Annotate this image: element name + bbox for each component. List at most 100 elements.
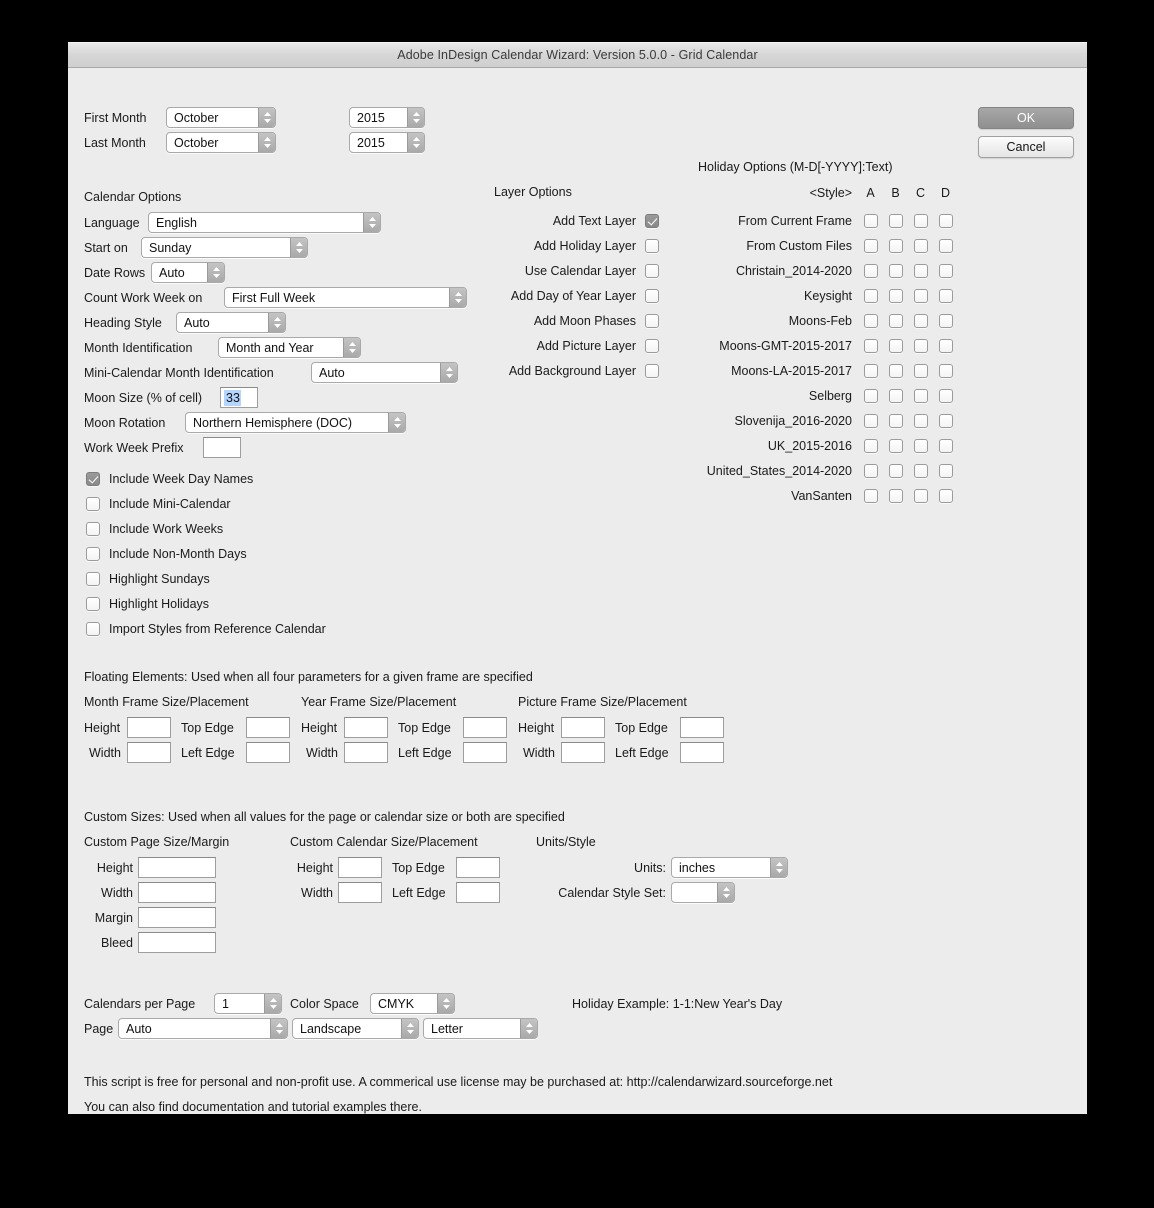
stepper-arrows-icon[interactable]	[258, 133, 275, 152]
holiday-checkbox-b[interactable]	[883, 338, 908, 353]
checkbox-box[interactable]	[645, 213, 659, 228]
checkbox-box[interactable]	[863, 413, 878, 428]
holiday-checkbox-b[interactable]	[883, 263, 908, 278]
checkbox-box[interactable]	[863, 238, 878, 253]
month-frame-height-input[interactable]	[127, 717, 171, 738]
checkbox-box[interactable]	[86, 546, 100, 561]
checkbox-box[interactable]	[645, 338, 659, 353]
checkbox-box[interactable]	[888, 338, 903, 353]
checkbox-box[interactable]	[863, 438, 878, 453]
checkbox-box[interactable]	[888, 313, 903, 328]
stepper-arrows-icon[interactable]	[258, 108, 275, 127]
language-select[interactable]: English	[148, 212, 381, 233]
last-year-select[interactable]: 2015	[349, 132, 425, 153]
year-frame-height-input[interactable]	[344, 717, 388, 738]
checkbox-box[interactable]	[938, 338, 953, 353]
month-frame-left-edge-input[interactable]	[246, 742, 290, 763]
checkbox-box[interactable]	[938, 413, 953, 428]
holiday-checkbox-b[interactable]	[883, 238, 908, 253]
holiday-checkbox-d[interactable]	[933, 413, 958, 428]
checkbox-box[interactable]	[938, 313, 953, 328]
layer-option-add-picture-layer[interactable]: Add Picture Layer	[494, 333, 659, 358]
layer-option-add-day-of-year-layer[interactable]: Add Day of Year Layer	[494, 283, 659, 308]
checkbox-box[interactable]	[888, 288, 903, 303]
holiday-checkbox-b[interactable]	[883, 363, 908, 378]
holiday-checkbox-b[interactable]	[883, 213, 908, 228]
checkbox-box[interactable]	[863, 388, 878, 403]
page-select[interactable]: Auto	[118, 1018, 288, 1039]
custom-calendar-height-input[interactable]	[338, 857, 382, 878]
holiday-checkbox-a[interactable]	[858, 338, 883, 353]
stepper-arrows-icon[interactable]	[343, 338, 360, 357]
checkbox-box[interactable]	[913, 413, 928, 428]
count-work-week-select[interactable]: First Full Week	[224, 287, 467, 308]
checkbox-box[interactable]	[888, 363, 903, 378]
custom-calendar-top-edge-input[interactable]	[456, 857, 500, 878]
custom-calendar-left-edge-input[interactable]	[456, 882, 500, 903]
holiday-checkbox-c[interactable]	[908, 463, 933, 478]
checkbox-box[interactable]	[938, 388, 953, 403]
custom-page-margin-input[interactable]	[138, 907, 216, 928]
moon-size-input[interactable]: 33	[220, 387, 258, 408]
mini-calendar-month-identification-select[interactable]: Auto	[311, 362, 458, 383]
checkbox-box[interactable]	[863, 338, 878, 353]
month-identification-select[interactable]: Month and Year	[218, 337, 361, 358]
holiday-checkbox-d[interactable]	[933, 238, 958, 253]
checkbox-box[interactable]	[938, 488, 953, 503]
heading-style-select[interactable]: Auto	[176, 312, 286, 333]
custom-page-height-input[interactable]	[138, 857, 216, 878]
stepper-arrows-icon[interactable]	[290, 238, 307, 257]
holiday-checkbox-b[interactable]	[883, 313, 908, 328]
checkbox-box[interactable]	[645, 313, 659, 328]
holiday-checkbox-c[interactable]	[908, 388, 933, 403]
custom-page-bleed-input[interactable]	[138, 932, 216, 953]
month-frame-width-input[interactable]	[127, 742, 171, 763]
checkbox-box[interactable]	[86, 571, 100, 586]
checkbox-box[interactable]	[913, 313, 928, 328]
holiday-checkbox-d[interactable]	[933, 313, 958, 328]
holiday-checkbox-d[interactable]	[933, 288, 958, 303]
holiday-checkbox-b[interactable]	[883, 388, 908, 403]
custom-page-width-input[interactable]	[138, 882, 216, 903]
holiday-checkbox-d[interactable]	[933, 388, 958, 403]
units-select[interactable]: inches	[671, 857, 788, 878]
stepper-arrows-icon[interactable]	[770, 858, 787, 877]
month-frame-top-edge-input[interactable]	[246, 717, 290, 738]
checkbox-box[interactable]	[863, 213, 878, 228]
checkbox-box[interactable]	[913, 388, 928, 403]
holiday-checkbox-d[interactable]	[933, 263, 958, 278]
year-frame-top-edge-input[interactable]	[463, 717, 507, 738]
checkbox-box[interactable]	[938, 463, 953, 478]
first-year-select[interactable]: 2015	[349, 107, 425, 128]
checkbox-box[interactable]	[913, 488, 928, 503]
checkbox-box[interactable]	[86, 596, 100, 611]
checkbox-box[interactable]	[645, 238, 659, 253]
checkbox-box[interactable]	[913, 338, 928, 353]
color-space-select[interactable]: CMYK	[370, 993, 455, 1014]
custom-calendar-width-input[interactable]	[338, 882, 382, 903]
stepper-arrows-icon[interactable]	[401, 1019, 418, 1038]
holiday-checkbox-c[interactable]	[908, 338, 933, 353]
picture-frame-width-input[interactable]	[561, 742, 605, 763]
holiday-checkbox-a[interactable]	[858, 463, 883, 478]
ok-button[interactable]: OK	[978, 107, 1074, 129]
checkbox-box[interactable]	[938, 288, 953, 303]
holiday-checkbox-c[interactable]	[908, 413, 933, 428]
holiday-checkbox-a[interactable]	[858, 263, 883, 278]
holiday-checkbox-c[interactable]	[908, 263, 933, 278]
last-month-select[interactable]: October	[166, 132, 276, 153]
checkbox-include-week-day-names[interactable]: Include Week Day Names	[86, 466, 326, 491]
holiday-checkbox-d[interactable]	[933, 488, 958, 503]
start-on-select[interactable]: Sunday	[141, 237, 308, 258]
checkbox-box[interactable]	[86, 471, 100, 486]
holiday-checkbox-c[interactable]	[908, 488, 933, 503]
first-month-select[interactable]: October	[166, 107, 276, 128]
holiday-checkbox-c[interactable]	[908, 438, 933, 453]
holiday-checkbox-c[interactable]	[908, 288, 933, 303]
holiday-checkbox-c[interactable]	[908, 238, 933, 253]
holiday-checkbox-a[interactable]	[858, 438, 883, 453]
holiday-checkbox-d[interactable]	[933, 338, 958, 353]
checkbox-box[interactable]	[938, 263, 953, 278]
holiday-checkbox-a[interactable]	[858, 313, 883, 328]
stepper-arrows-icon[interactable]	[270, 1019, 287, 1038]
